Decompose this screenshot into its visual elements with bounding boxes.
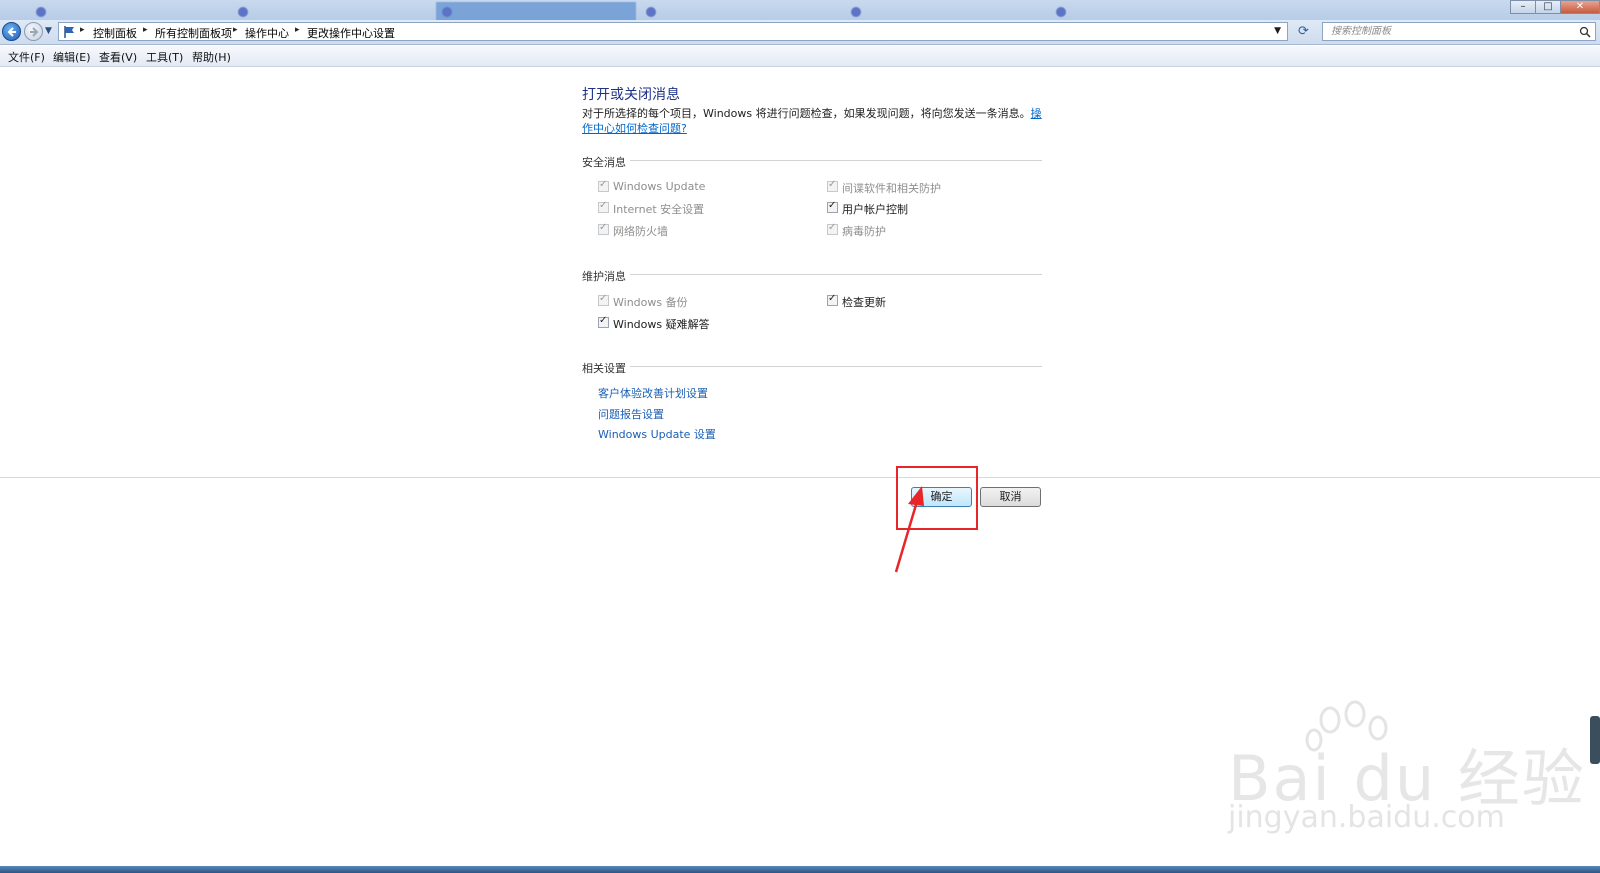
checkbox-firewall: 网络防火墙 <box>598 222 668 239</box>
checkbox-box[interactable] <box>827 293 838 306</box>
breadcrumb-control-panel[interactable]: 控制面板 <box>93 25 137 41</box>
taskbar <box>0 866 1600 873</box>
back-button[interactable] <box>2 22 21 41</box>
tab-1[interactable] <box>30 2 230 22</box>
tab-favicon-icon <box>442 7 452 17</box>
tab-2[interactable] <box>232 2 432 22</box>
breadcrumb-sep[interactable]: ▸ <box>80 25 85 35</box>
address-bar: ▼ ▸ 控制面板 ▸ 所有控制面板项 ▸ 操作中心 ▸ 更改操作中心设置 ▼ ⟳… <box>0 20 1600 45</box>
cancel-button[interactable]: 取消 <box>980 487 1041 507</box>
close-button[interactable]: ✕ <box>1560 0 1600 14</box>
menu-help[interactable]: 帮助(H) <box>192 49 231 65</box>
page-title: 打开或关闭消息 <box>582 87 680 103</box>
minimize-button[interactable]: – <box>1510 0 1536 14</box>
checkbox-box <box>598 293 609 306</box>
tab-strip: – □ ✕ <box>0 0 1600 22</box>
checkbox-windows-update: Windows Update <box>598 179 705 193</box>
breadcrumb-sep[interactable]: ▸ <box>295 25 300 35</box>
maintenance-divider <box>630 274 1042 275</box>
checkbox-box[interactable] <box>598 315 609 328</box>
link-ceip-settings[interactable]: 客户体验改善计划设置 <box>598 385 708 401</box>
tab-6[interactable] <box>1050 2 1250 22</box>
maximize-button[interactable]: □ <box>1535 0 1561 14</box>
checkbox-internet-security: Internet 安全设置 <box>598 200 704 217</box>
link-windows-update-settings[interactable]: Windows Update 设置 <box>598 426 716 442</box>
recent-pages-dropdown[interactable]: ▼ <box>45 26 52 36</box>
tab-5[interactable] <box>845 2 1045 22</box>
menu-bar: 文件(F) 编辑(E) 查看(V) 工具(T) 帮助(H) <box>0 46 1600 67</box>
arrow-left-icon <box>7 27 16 37</box>
checkbox-uac[interactable]: 用户帐户控制 <box>827 200 908 217</box>
tab-favicon-icon <box>1056 7 1066 17</box>
checkbox-box[interactable] <box>827 200 838 213</box>
annotation-arrow-icon <box>894 486 924 573</box>
link-problem-reporting[interactable]: 问题报告设置 <box>598 406 664 422</box>
action-center-flag-icon <box>64 26 74 38</box>
address-field[interactable]: ▸ 控制面板 ▸ 所有控制面板项 ▸ 操作中心 ▸ 更改操作中心设置 ▼ <box>58 22 1288 41</box>
button-bar-divider <box>0 477 1600 478</box>
checkbox-windows-backup: Windows 备份 <box>598 293 688 310</box>
breadcrumb-current[interactable]: 更改操作中心设置 <box>307 25 395 41</box>
tab-favicon-icon <box>36 7 46 17</box>
tab-4[interactable] <box>640 2 840 22</box>
security-divider <box>630 160 1042 161</box>
related-heading: 相关设置 <box>582 362 626 375</box>
tab-favicon-icon <box>238 7 248 17</box>
related-divider <box>630 366 1042 367</box>
checkbox-spyware: 间谍软件和相关防护 <box>827 179 941 196</box>
checkbox-troubleshooting[interactable]: Windows 疑难解答 <box>598 315 710 332</box>
menu-tools[interactable]: 工具(T) <box>146 49 183 65</box>
tab-favicon-icon <box>646 7 656 17</box>
refresh-icon[interactable]: ⟳ <box>1298 24 1309 39</box>
checkbox-box <box>598 179 609 192</box>
forward-button[interactable] <box>24 22 43 41</box>
menu-view[interactable]: 查看(V) <box>99 49 137 65</box>
checkbox-virus: 病毒防护 <box>827 222 886 239</box>
maintenance-heading: 维护消息 <box>582 270 626 283</box>
tab-3[interactable] <box>436 2 636 22</box>
menu-file[interactable]: 文件(F) <box>8 49 45 65</box>
tab-favicon-icon <box>851 7 861 17</box>
security-heading: 安全消息 <box>582 156 626 169</box>
address-dropdown-icon[interactable]: ▼ <box>1274 26 1281 36</box>
search-placeholder: 搜索控制面板 <box>1331 26 1391 37</box>
checkbox-box <box>827 222 838 235</box>
search-input[interactable]: 搜索控制面板 <box>1322 22 1596 41</box>
page-description: 对于所选择的每个项目，Windows 将进行问题检查，如果发现问题，将向您发送一… <box>582 106 1052 136</box>
side-scroll-grip[interactable] <box>1590 716 1600 764</box>
breadcrumb-all-items[interactable]: 所有控制面板项 <box>155 25 232 41</box>
watermark-url: jingyan.baidu.com <box>1228 800 1505 835</box>
breadcrumb-action-center[interactable]: 操作中心 <box>245 25 289 41</box>
checkbox-check-updates[interactable]: 检查更新 <box>827 293 886 310</box>
menu-edit[interactable]: 编辑(E) <box>53 49 91 65</box>
breadcrumb-sep[interactable]: ▸ <box>233 25 238 35</box>
arrow-right-icon <box>30 27 39 37</box>
checkbox-box <box>827 179 838 192</box>
description-text: 对于所选择的每个项目，Windows 将进行问题检查，如果发现问题，将向您发送一… <box>582 107 1031 120</box>
checkbox-box <box>598 222 609 235</box>
breadcrumb-sep[interactable]: ▸ <box>143 25 148 35</box>
search-icon <box>1579 26 1591 38</box>
checkbox-box <box>598 200 609 213</box>
